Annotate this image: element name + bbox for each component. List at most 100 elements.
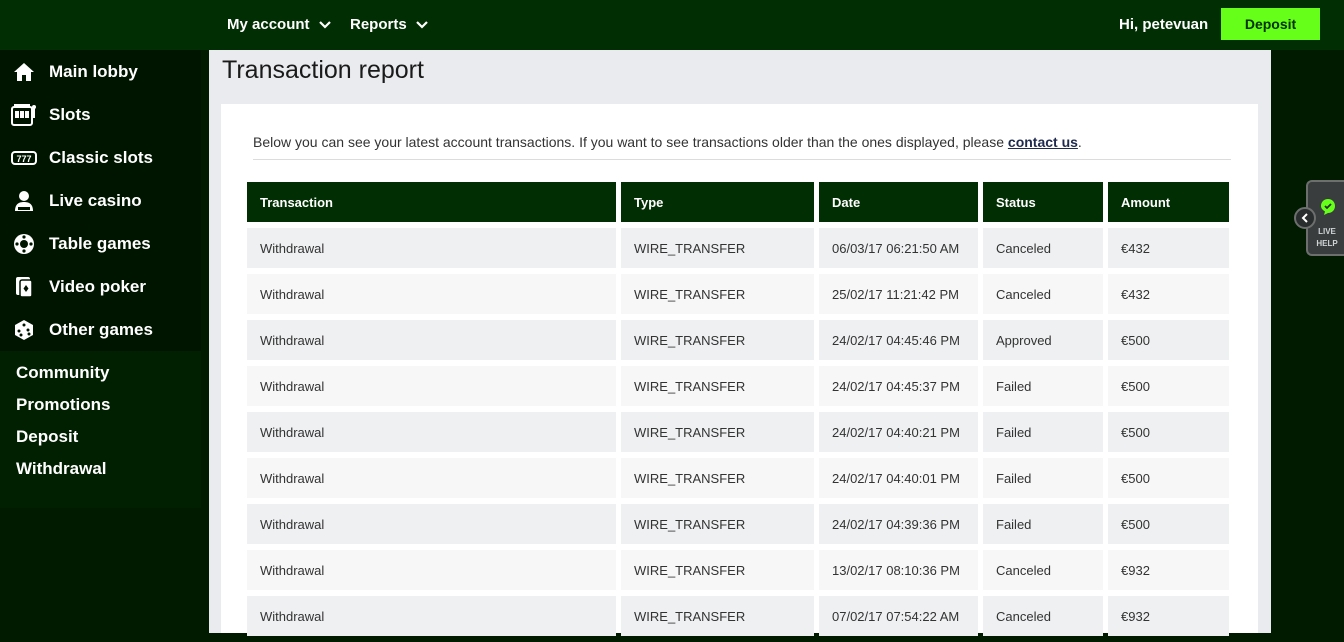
sidebar-item-live-casino[interactable]: Live casino — [0, 179, 201, 222]
roulette-icon — [11, 231, 37, 257]
cell-amount: €932 — [1108, 596, 1229, 636]
cell-type: WIRE_TRANSFER — [621, 596, 814, 636]
dealer-icon — [11, 188, 37, 214]
sidebar-item-label: Video poker — [49, 276, 146, 296]
column-header-amount: Amount — [1108, 182, 1229, 222]
cell-status: Failed — [983, 458, 1103, 498]
chevron-down-icon — [415, 21, 428, 29]
table-row: Withdrawal WIRE_TRANSFER 24/02/17 04:45:… — [247, 320, 1229, 360]
right-rail — [1271, 50, 1344, 633]
cell-status: Failed — [983, 366, 1103, 406]
table-row: Withdrawal WIRE_TRANSFER 07/02/17 07:54:… — [247, 596, 1229, 636]
sidebar-item-label: Live casino — [49, 190, 142, 210]
sidebar-item-community[interactable]: Community — [0, 357, 201, 389]
chevron-left-icon — [1301, 213, 1308, 223]
cell-type: WIRE_TRANSFER — [621, 366, 814, 406]
transaction-card: Below you can see your latest account tr… — [221, 104, 1258, 636]
main-content: Transaction report Below you can see you… — [209, 50, 1271, 636]
cell-status: Approved — [983, 320, 1103, 360]
table-row: Withdrawal WIRE_TRANSFER 13/02/17 08:10:… — [247, 550, 1229, 590]
sidebar-item-label: Main lobby — [49, 61, 138, 81]
contact-us-link[interactable]: contact us — [1008, 134, 1078, 150]
cell-type: WIRE_TRANSFER — [621, 274, 814, 314]
cell-date: 06/03/17 06:21:50 AM — [819, 228, 978, 268]
cell-transaction: Withdrawal — [247, 596, 616, 636]
user-greeting: Hi, petevuan — [1119, 16, 1209, 33]
sidebar-item-other-games[interactable]: Other games — [0, 308, 201, 351]
cell-status: Canceled — [983, 596, 1103, 636]
cell-transaction: Withdrawal — [247, 274, 616, 314]
chat-bubble-icon — [1321, 199, 1335, 215]
sidebar-item-table-games[interactable]: Table games — [0, 222, 201, 265]
table-row: Withdrawal WIRE_TRANSFER 24/02/17 04:40:… — [247, 412, 1229, 452]
column-header-transaction: Transaction — [247, 182, 616, 222]
cell-amount: €432 — [1108, 274, 1229, 314]
dice-icon — [11, 317, 37, 343]
cell-status: Failed — [983, 412, 1103, 452]
nav-reports-label: Reports — [350, 16, 407, 33]
cell-transaction: Withdrawal — [247, 504, 616, 544]
live-help-label-line2: HELP — [1316, 239, 1338, 248]
sidebar-item-label: Table games — [49, 233, 151, 253]
sidebar-item-withdrawal[interactable]: Withdrawal — [0, 453, 201, 485]
transactions-table: Transaction Type Date Status Amount With… — [242, 176, 1234, 642]
live-help-label: LIVE HELP — [1308, 226, 1344, 250]
sidebar-item-label: Other games — [49, 319, 153, 339]
sidebar-item-promotions[interactable]: Promotions — [0, 389, 201, 421]
nav-my-account[interactable]: My account — [227, 0, 332, 50]
slot-machine-icon — [11, 102, 37, 128]
cell-type: WIRE_TRANSFER — [621, 550, 814, 590]
cell-amount: €500 — [1108, 366, 1229, 406]
top-bar: My account Reports Hi, petevuan Deposit — [0, 0, 1344, 50]
cell-status: Canceled — [983, 550, 1103, 590]
sidebar-item-classic-slots[interactable]: 777 Classic slots — [0, 136, 201, 179]
table-row: Withdrawal WIRE_TRANSFER 24/02/17 04:45:… — [247, 366, 1229, 406]
cell-type: WIRE_TRANSFER — [621, 412, 814, 452]
cell-date: 07/02/17 07:54:22 AM — [819, 596, 978, 636]
cell-transaction: Withdrawal — [247, 458, 616, 498]
sidebar-item-slots[interactable]: Slots — [0, 93, 201, 136]
cell-date: 13/02/17 08:10:36 PM — [819, 550, 978, 590]
cell-date: 25/02/17 11:21:42 PM — [819, 274, 978, 314]
svg-text:777: 777 — [16, 154, 31, 164]
nav-reports[interactable]: Reports — [350, 0, 429, 50]
home-icon — [11, 59, 37, 85]
sidebar-item-label: Slots — [49, 104, 91, 124]
nav-my-account-label: My account — [227, 16, 310, 33]
table-header-row: Transaction Type Date Status Amount — [247, 182, 1229, 222]
cell-type: WIRE_TRANSFER — [621, 228, 814, 268]
sidebar-item-video-poker[interactable]: Video poker — [0, 265, 201, 308]
cell-amount: €500 — [1108, 412, 1229, 452]
intro-text: Below you can see your latest account tr… — [253, 132, 1231, 160]
sidebar-item-deposit[interactable]: Deposit — [0, 421, 201, 453]
cell-transaction: Withdrawal — [247, 320, 616, 360]
cell-date: 24/02/17 04:40:01 PM — [819, 458, 978, 498]
column-header-type: Type — [621, 182, 814, 222]
chevron-down-icon — [318, 21, 331, 29]
column-header-status: Status — [983, 182, 1103, 222]
cell-type: WIRE_TRANSFER — [621, 458, 814, 498]
sidebar-games-menu: Main lobby Slots 777 Classic slots Live … — [0, 50, 201, 351]
cell-amount: €500 — [1108, 320, 1229, 360]
live-help-label-line1: LIVE — [1318, 227, 1336, 236]
sidebar: Main lobby Slots 777 Classic slots Live … — [0, 50, 201, 508]
cell-transaction: Withdrawal — [247, 412, 616, 452]
cell-amount: €500 — [1108, 504, 1229, 544]
cell-status: Failed — [983, 504, 1103, 544]
table-row: Withdrawal WIRE_TRANSFER 24/02/17 04:40:… — [247, 458, 1229, 498]
sidebar-item-main-lobby[interactable]: Main lobby — [0, 50, 201, 93]
live-help-collapse-button[interactable] — [1294, 207, 1316, 229]
deposit-button[interactable]: Deposit — [1221, 8, 1320, 40]
cards-icon — [11, 274, 37, 300]
cell-date: 24/02/17 04:39:36 PM — [819, 504, 978, 544]
cell-status: Canceled — [983, 228, 1103, 268]
intro-text-end: . — [1077, 134, 1082, 150]
cell-amount: €500 — [1108, 458, 1229, 498]
cell-type: WIRE_TRANSFER — [621, 320, 814, 360]
table-row: Withdrawal WIRE_TRANSFER 25/02/17 11:21:… — [247, 274, 1229, 314]
cell-date: 24/02/17 04:45:46 PM — [819, 320, 978, 360]
table-row: Withdrawal WIRE_TRANSFER 06/03/17 06:21:… — [247, 228, 1229, 268]
sidebar-account-menu: Community Promotions Deposit Withdrawal — [0, 351, 201, 508]
cell-type: WIRE_TRANSFER — [621, 504, 814, 544]
page-title: Transaction report — [222, 56, 424, 84]
